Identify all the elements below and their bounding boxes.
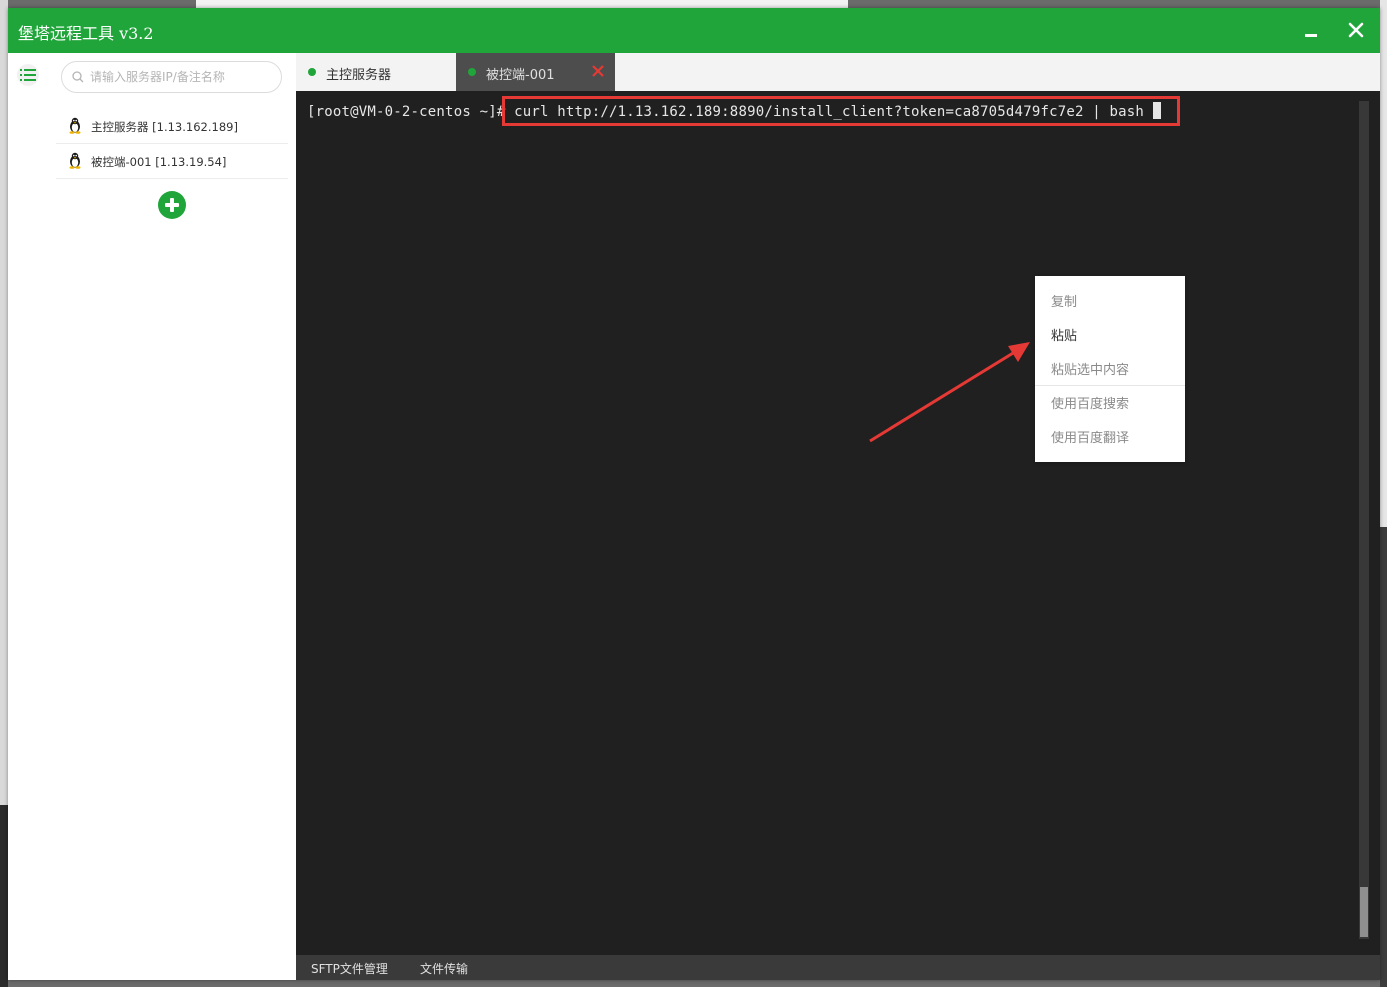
app-title: 堡塔远程工具 v3.2 (18, 24, 154, 43)
close-icon[interactable] (1340, 14, 1372, 46)
server-sidebar: 主控服务器 [1.13.162.189] 被控端-001 [1.13.19.54… (48, 53, 297, 980)
menu-item-baidu-translate[interactable]: 使用百度翻译 (1035, 418, 1185, 452)
menu-item-label: 复制 (1051, 295, 1078, 310)
close-tab-icon[interactable] (591, 64, 607, 80)
tab-bar: 主控服务器 被控端-001 (296, 53, 1380, 91)
server-name: 主控服务器 [1.13.162.189] (91, 120, 238, 134)
context-menu: 复制 粘贴 粘贴选中内容 使用百度搜索 使用百度翻译 (1035, 276, 1185, 462)
file-transfer-tab[interactable]: 文件传输 (420, 960, 468, 977)
linux-tux-icon (69, 152, 81, 169)
tab-label: 被控端-001 (486, 68, 555, 83)
minimize-icon[interactable] (1296, 16, 1326, 46)
tab-client-001[interactable]: 被控端-001 (456, 53, 615, 91)
search-icon (72, 71, 84, 83)
terminal-prompt: [root@VM-0-2-centos ~]# (307, 104, 515, 120)
sftp-tab[interactable]: SFTP文件管理 (311, 960, 388, 977)
status-dot (308, 68, 316, 76)
terminal-scrollbar[interactable] (1359, 101, 1369, 939)
background-left-dark (0, 805, 8, 987)
search-input[interactable] (90, 66, 275, 88)
arrow-annotation (869, 342, 1030, 443)
background-window-edge (196, 0, 848, 8)
icon-rail (8, 53, 49, 980)
scrollbar-thumb[interactable] (1360, 887, 1368, 937)
app-window: 堡塔远程工具 v3.2 请输入服务器IP/备注名称 主控服务器 [1.13.16… (8, 8, 1380, 980)
terminal-command: curl http://1.13.162.189:8890/install_cl… (514, 104, 1153, 120)
server-name: 被控端-001 [1.13.19.54] (91, 155, 227, 169)
tab-main-server[interactable]: 主控服务器 (296, 53, 457, 91)
terminal-cursor (1152, 102, 1161, 119)
tab-label: 主控服务器 (326, 68, 392, 83)
linux-tux-icon (69, 117, 81, 134)
search-box (61, 61, 282, 93)
menu-item-label: 粘贴 (1051, 329, 1078, 344)
menu-item-baidu-search[interactable]: 使用百度搜索 (1035, 384, 1185, 418)
status-dot (468, 68, 476, 76)
menu-item-paste[interactable]: 粘贴 (1035, 316, 1185, 350)
menu-item-label: 使用百度搜索 (1051, 397, 1130, 412)
terminal-line: [root@VM-0-2-centos ~]# curl http://1.13… (307, 102, 1161, 120)
bottom-bar: SFTP文件管理 文件传输 (296, 955, 1380, 980)
menu-item-paste-selection[interactable]: 粘贴选中内容 (1035, 350, 1185, 384)
title-bar[interactable]: 堡塔远程工具 v3.2 (8, 8, 1380, 53)
menu-list-icon[interactable] (17, 64, 39, 86)
menu-item-copy[interactable]: 复制 (1035, 282, 1185, 316)
server-item-main[interactable]: 主控服务器 [1.13.162.189] (56, 109, 288, 144)
menu-item-label: 使用百度翻译 (1051, 431, 1130, 446)
add-server-button[interactable] (158, 191, 186, 219)
terminal-panel[interactable]: [root@VM-0-2-centos ~]# curl http://1.13… (296, 91, 1380, 955)
menu-item-label: 粘贴选中内容 (1051, 363, 1130, 378)
server-item-client[interactable]: 被控端-001 [1.13.19.54] (56, 144, 288, 179)
background-right-dark (1380, 527, 1387, 987)
